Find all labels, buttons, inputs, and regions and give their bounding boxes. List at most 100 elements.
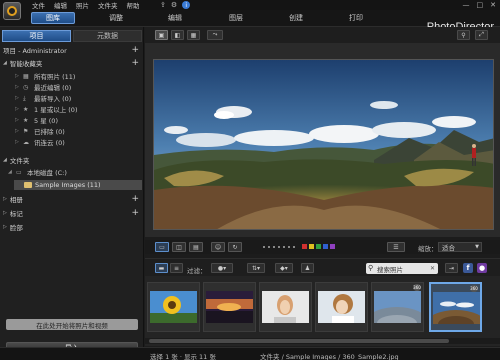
minimize-button[interactable]: — xyxy=(463,1,470,9)
expand-arrow-icon: ▷ xyxy=(15,139,19,145)
tree-item-latest-import[interactable]: ▷ ⤓ 最新导入 (0) xyxy=(15,93,71,104)
tag-dropdown[interactable]: ◆▾ xyxy=(275,263,293,273)
tab-layers[interactable]: 图层 xyxy=(216,12,256,24)
close-button[interactable]: ✕ xyxy=(490,1,496,9)
clock-icon: ◷ xyxy=(23,83,29,91)
maximize-button[interactable]: □ xyxy=(477,1,484,9)
tab-adjustment[interactable]: 调整 xyxy=(96,12,136,24)
color-label-blue[interactable] xyxy=(323,244,328,249)
tab-library[interactable]: 图库 xyxy=(31,12,75,24)
thumbnail-portrait[interactable] xyxy=(259,282,312,332)
view-controls: ▭ ◫ ▤ ☺ ↻ ☰ 缩放： 适合 ▼ xyxy=(145,240,500,254)
color-label-green[interactable] xyxy=(316,244,321,249)
fullscreen-icon[interactable]: ⤢ xyxy=(475,30,488,40)
chevron-down-icon: ▼ xyxy=(475,244,479,250)
collapse-arrow-icon[interactable]: ◢ xyxy=(3,60,7,66)
menu-edit[interactable]: 编辑 xyxy=(54,0,67,10)
add-tag-icon[interactable]: + xyxy=(131,208,139,218)
thumbnail-sunset[interactable] xyxy=(203,282,256,332)
tree-item-all-photos[interactable]: ▷ ▦ 所有照片 (11) xyxy=(15,71,75,82)
rating-dot[interactable] xyxy=(293,246,295,248)
flickr-icon[interactable]: ● xyxy=(477,263,487,273)
color-label-yellow[interactable] xyxy=(309,244,314,249)
color-label-red[interactable] xyxy=(302,244,307,249)
compare-two-icon[interactable]: ◫ xyxy=(172,242,186,252)
grid-icon: ▦ xyxy=(23,72,29,80)
grid-view-icon[interactable]: ▦ xyxy=(187,30,200,40)
rating-dot[interactable] xyxy=(268,246,270,248)
add-album-icon[interactable]: + xyxy=(131,194,139,204)
thumbnail-view-icon[interactable]: ▬ xyxy=(155,263,168,273)
notification-info-icon[interactable]: i xyxy=(182,1,191,9)
rating-dot[interactable] xyxy=(263,246,265,248)
tab-create[interactable]: 创建 xyxy=(276,12,316,24)
rating-dot[interactable] xyxy=(273,246,275,248)
menu-folder[interactable]: 文件夹 xyxy=(98,0,118,10)
tab-project[interactable]: 项目 xyxy=(2,30,71,42)
tree-item-label: 最近编辑 (0) xyxy=(34,84,72,92)
tree-item-excluded[interactable]: ▷ ⚑ 已排除 (0) xyxy=(15,126,65,137)
thumbnail-image xyxy=(206,291,253,323)
menu-items: 文件 编辑 照片 文件夹 帮助 xyxy=(32,0,140,10)
fit-view-icon[interactable]: ▭ xyxy=(155,242,169,252)
tags-header[interactable]: ▷ 标记 + xyxy=(0,207,144,218)
folders-header[interactable]: ◢ 文件夹 xyxy=(0,154,144,165)
multi-view-icon[interactable]: ▤ xyxy=(189,242,203,252)
search-icon[interactable]: ⚲ xyxy=(457,30,470,40)
rating-stars[interactable] xyxy=(263,246,295,248)
expand-arrow-icon[interactable]: ▷ xyxy=(3,210,7,216)
thumbnail-image xyxy=(374,291,421,323)
filmstrip-scrollbar[interactable] xyxy=(145,338,500,344)
rotate-view-icon[interactable]: ⤳ xyxy=(207,30,223,40)
list-view-icon[interactable]: ≡ xyxy=(170,263,183,273)
smart-collections-header[interactable]: ◢ 智能收藏夹 + xyxy=(0,57,144,68)
menu-bar: 文件 编辑 照片 文件夹 帮助 ⇪ ⚙ i — □ ✕ xyxy=(0,0,500,20)
zoom-select[interactable]: 适合 ▼ xyxy=(438,242,482,252)
tree-item-recently-edited[interactable]: ▷ ◷ 最近编辑 (0) xyxy=(15,82,72,93)
collapse-arrow-icon[interactable]: ◢ xyxy=(3,157,7,163)
settings-gear-icon[interactable]: ⚙ xyxy=(171,1,177,9)
add-smart-collection-icon[interactable]: + xyxy=(131,58,139,68)
thumbnail-sunflower[interactable] xyxy=(147,282,200,332)
compare-view-icon[interactable]: ◧ xyxy=(171,30,184,40)
menu-photo[interactable]: 照片 xyxy=(76,0,89,10)
tab-metadata[interactable]: 元数据 xyxy=(73,30,142,42)
tab-print[interactable]: 打印 xyxy=(336,12,376,24)
export-icon[interactable]: ⇥ xyxy=(445,263,458,273)
sort-dropdown[interactable]: ⇅▾ xyxy=(247,263,265,273)
single-view-icon[interactable]: ▣ xyxy=(155,30,168,40)
rating-dot[interactable] xyxy=(283,246,285,248)
rating-dot[interactable] xyxy=(288,246,290,248)
person-icon[interactable]: ♟ xyxy=(301,263,314,273)
tree-item-cloud[interactable]: ▷ ☁ 讯连云 (0) xyxy=(15,137,65,148)
scrollbar-handle[interactable] xyxy=(149,339,449,343)
clear-icon[interactable]: ✕ xyxy=(430,265,435,272)
rating-dot[interactable] xyxy=(278,246,280,248)
tree-item-5-star[interactable]: ▷ ★ 5 星 (0) xyxy=(15,115,58,126)
expand-arrow-icon[interactable]: ▷ xyxy=(3,196,7,202)
upload-icon[interactable]: ⇪ xyxy=(160,1,166,9)
tree-item-label: 讯连云 (0) xyxy=(34,139,65,147)
menu-file[interactable]: 文件 xyxy=(32,0,45,10)
search-input[interactable]: ⚲ 搜索照片 ✕ xyxy=(366,263,438,274)
zoom-label: 缩放： xyxy=(418,245,438,253)
albums-header[interactable]: ▷ 相册 + xyxy=(0,193,144,204)
tab-edit[interactable]: 编辑 xyxy=(155,12,195,24)
faces-header[interactable]: ▷ 脸部 xyxy=(0,221,144,232)
thumbnail-360-panorama-2[interactable]: 360 xyxy=(429,282,482,332)
thumbnail-360-panorama-1[interactable]: 360 xyxy=(371,282,424,332)
expand-arrow-icon: ▷ xyxy=(15,73,19,79)
thumbnail-portrait-2[interactable] xyxy=(315,282,368,332)
view-mode-icon[interactable]: ☰ xyxy=(387,242,405,252)
face-tag-icon[interactable]: ☺ xyxy=(211,242,225,252)
menu-help[interactable]: 帮助 xyxy=(127,0,140,10)
facebook-icon[interactable]: f xyxy=(463,263,473,273)
tree-item-sample-images[interactable]: Sample Images (11) xyxy=(14,180,142,190)
tree-item-1-star[interactable]: ▷ ★ 1 星或以上 (0) xyxy=(15,104,77,115)
expand-arrow-icon[interactable]: ▷ xyxy=(3,224,7,230)
tree-item-local-disk[interactable]: ◢ ▭ 本地磁盘 (C:) xyxy=(8,167,67,178)
rotate-icon[interactable]: ↻ xyxy=(228,242,242,252)
filter-dropdown[interactable]: ●▾ xyxy=(211,263,233,273)
color-label-purple[interactable] xyxy=(330,244,335,249)
add-project-icon[interactable]: + xyxy=(131,45,139,55)
